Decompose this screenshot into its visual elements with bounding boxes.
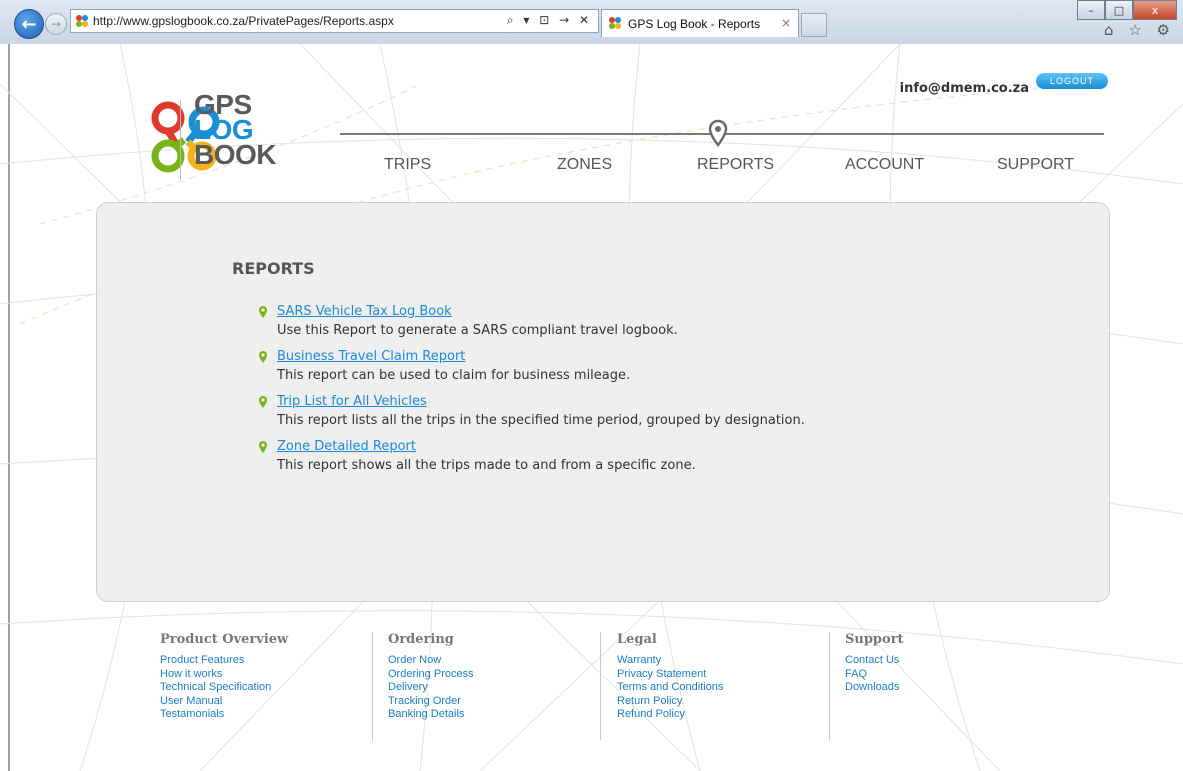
footer-heading: Legal <box>617 632 657 647</box>
footer-divider <box>600 632 601 740</box>
footer-heading: Product Overview <box>160 632 289 647</box>
report-desc: Use this Report to generate a SARS compl… <box>277 323 678 338</box>
pin-bullet-icon <box>259 351 267 363</box>
footer-link[interactable]: Downloads <box>845 681 904 695</box>
pin-bullet-icon <box>259 396 267 408</box>
nav-reports[interactable]: REPORTS <box>697 156 774 174</box>
logo-line-book: BOOK <box>194 139 277 170</box>
report-link-business-travel[interactable]: Business Travel Claim Report <box>277 349 465 364</box>
tab-gps-log-book-reports[interactable]: GPS Log Book - Reports × <box>601 9 799 37</box>
tab-title: GPS Log Book - Reports <box>628 17 761 31</box>
footer-link[interactable]: Refund Policy <box>617 708 723 722</box>
close-window-button[interactable]: x <box>1133 0 1177 20</box>
new-tab-button[interactable] <box>801 13 827 37</box>
footer-link[interactable]: Privacy Statement <box>617 668 723 682</box>
home-favorites-settings-icons[interactable]: ⌂ ☆ ⚙ <box>1104 21 1175 39</box>
report-link-zone-detailed[interactable]: Zone Detailed Report <box>277 439 416 454</box>
arrow-right-icon: → <box>50 17 62 31</box>
report-link-trip-list[interactable]: Trip List for All Vehicles <box>277 394 427 409</box>
report-link-sars[interactable]: SARS Vehicle Tax Log Book <box>277 304 452 319</box>
nav-zones[interactable]: ZONES <box>557 156 612 174</box>
footer-divider <box>372 632 373 740</box>
site-favicon-icon <box>609 17 621 29</box>
user-email: info@dmem.co.za <box>899 81 1029 96</box>
footer-link[interactable]: Ordering Process <box>388 668 474 682</box>
browser-chrome: ← → http://www.gpslogbook.co.za/PrivateP… <box>0 0 1183 45</box>
footer-divider <box>829 632 830 740</box>
forward-button[interactable]: → <box>45 13 67 35</box>
minimize-button[interactable]: – <box>1077 0 1105 20</box>
address-tools-icons[interactable]: ⌕ ▾ ⊡ → ✕ <box>507 13 592 28</box>
footer-link[interactable]: How it works <box>160 668 288 682</box>
pin-bullet-icon <box>259 306 267 318</box>
footer-link[interactable]: Testamonials <box>160 708 288 722</box>
footer-legal: Legal Warranty Privacy Statement Terms a… <box>617 632 723 722</box>
footer-link[interactable]: Technical Specification <box>160 681 288 695</box>
address-url[interactable]: http://www.gpslogbook.co.za/PrivatePages… <box>93 14 394 28</box>
footer-link[interactable]: Order Now <box>388 654 474 668</box>
report-desc: This report shows all the trips made to … <box>277 458 696 473</box>
footer-link[interactable]: Terms and Conditions <box>617 681 723 695</box>
address-bar[interactable]: http://www.gpslogbook.co.za/PrivatePages… <box>70 9 599 33</box>
report-desc: This report can be used to claim for bus… <box>277 368 631 383</box>
footer-link[interactable]: Product Features <box>160 654 288 668</box>
footer-link[interactable]: Tracking Order <box>388 695 474 709</box>
nav-trips[interactable]: TRIPS <box>384 156 431 174</box>
footer-link[interactable]: Contact Us <box>845 654 904 668</box>
footer-heading: Support <box>845 632 904 647</box>
web-page: GPS LOG BOOK info@dmem.co.za LOGOUT TRIP… <box>0 44 1183 771</box>
footer-link[interactable]: Return Policy <box>617 695 723 709</box>
footer-link[interactable]: User Manual <box>160 695 288 709</box>
footer-ordering: Ordering Order Now Ordering Process Deli… <box>388 632 474 722</box>
footer-heading: Ordering <box>388 632 454 647</box>
logo-text: GPS LOG BOOK <box>194 91 277 170</box>
arrow-left-icon: ← <box>21 13 37 35</box>
footer-link[interactable]: Banking Details <box>388 708 474 722</box>
nav-account[interactable]: ACCOUNT <box>845 156 924 174</box>
logo-divider <box>180 100 181 180</box>
logout-button[interactable]: LOGOUT <box>1036 73 1108 89</box>
tab-close-icon[interactable]: × <box>781 16 791 30</box>
map-pin-icon <box>708 119 728 147</box>
maximize-button[interactable]: □ <box>1105 0 1133 20</box>
site-favicon-icon <box>76 15 88 27</box>
footer-support: Support Contact Us FAQ Downloads <box>845 632 904 695</box>
footer-product-overview: Product Overview Product Features How it… <box>160 632 288 722</box>
report-desc: This report lists all the trips in the s… <box>277 413 805 428</box>
footer-link[interactable]: FAQ <box>845 668 904 682</box>
footer-link[interactable]: Warranty <box>617 654 723 668</box>
back-button[interactable]: ← <box>14 9 44 39</box>
nav-support[interactable]: SUPPORT <box>997 156 1074 174</box>
page-title: REPORTS <box>232 259 315 278</box>
footer-link[interactable]: Delivery <box>388 681 474 695</box>
pin-bullet-icon <box>259 441 267 453</box>
window-controls: – □ x <box>1077 0 1177 20</box>
